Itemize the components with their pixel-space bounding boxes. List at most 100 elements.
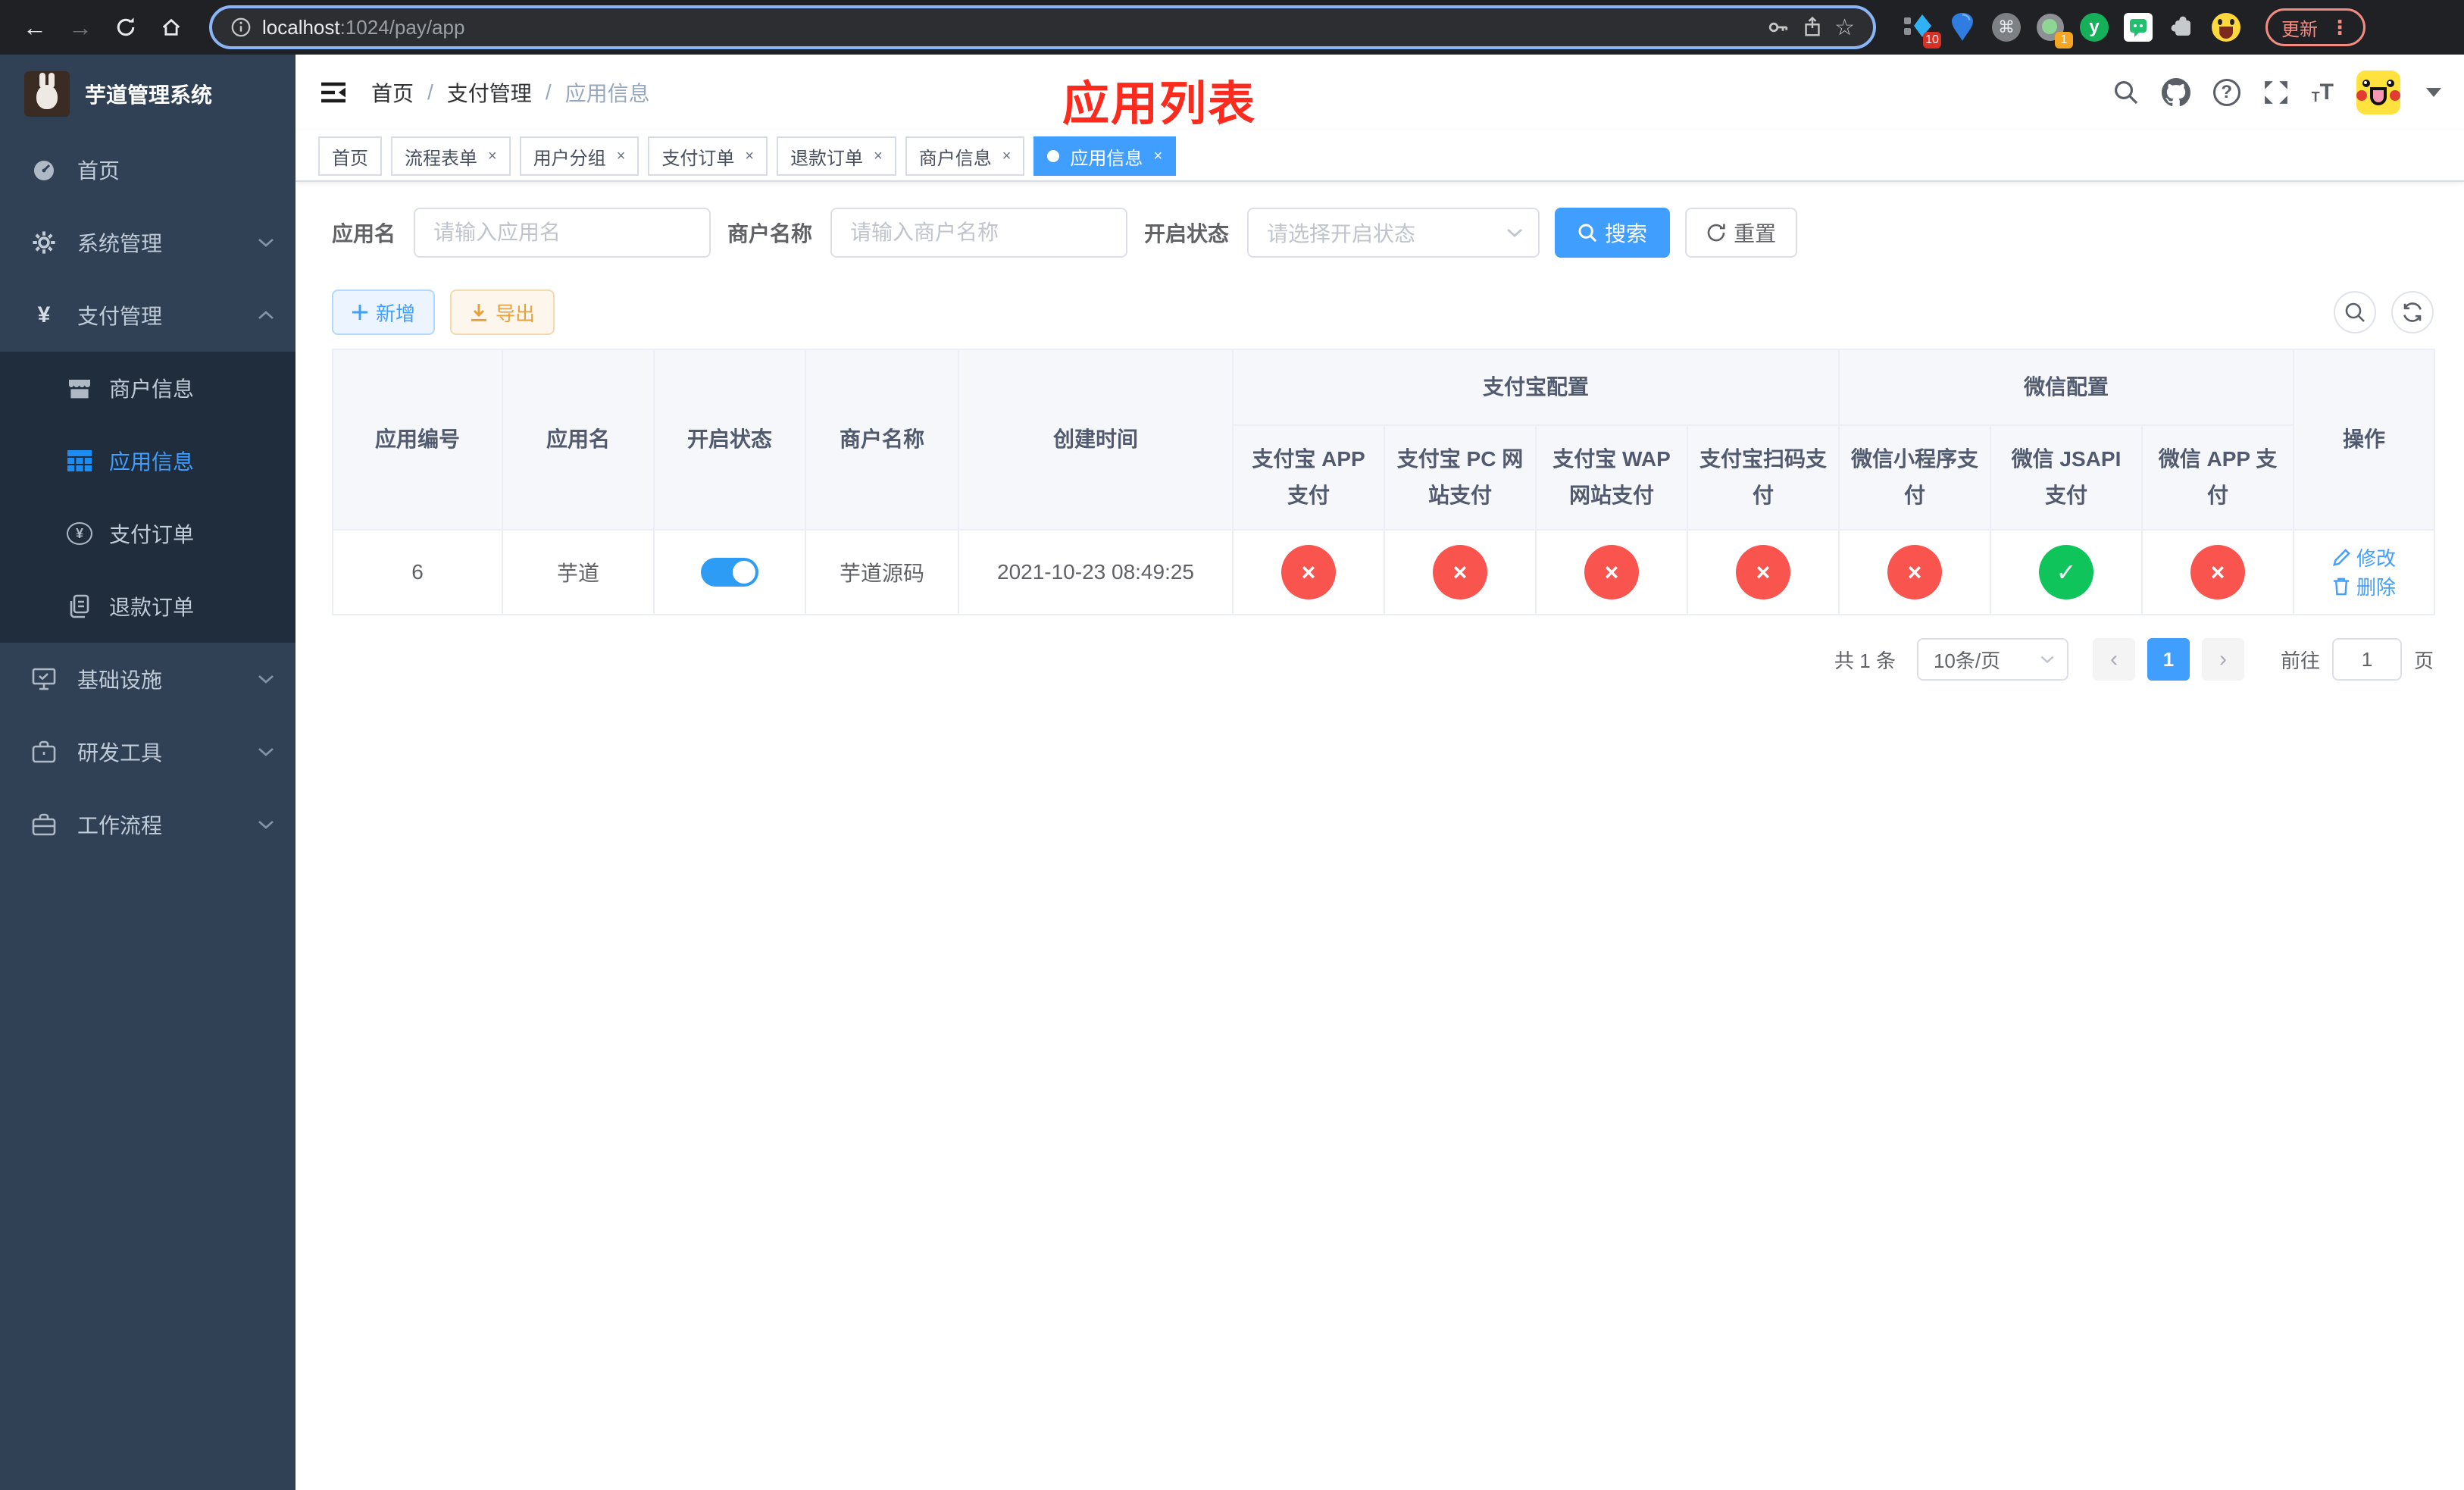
toolbox-icon — [30, 813, 58, 836]
col-group-wechat: 微信配置 — [1838, 349, 2295, 426]
balloon-extension-icon[interactable] — [1947, 12, 1978, 42]
close-icon[interactable]: × — [617, 148, 626, 165]
enabled-status-select[interactable]: 请选择开启状态 — [1247, 208, 1540, 258]
page-size-select[interactable]: 10条/页 — [1916, 638, 2068, 681]
close-icon[interactable]: × — [874, 148, 883, 165]
app-logo[interactable]: 芋道管理系统 — [0, 55, 295, 133]
extension-badge: 10 — [1923, 32, 1941, 49]
command-extension-icon[interactable]: ⌘ — [1991, 12, 2022, 42]
col-wechat-app: 微信 APP 支付 — [2141, 424, 2295, 531]
table-toolbar: 新增 导出 — [332, 290, 2464, 335]
sidebar-item-pay[interactable]: ¥ 支付管理 — [0, 279, 295, 352]
tab-refund-order[interactable]: 退款订单 × — [777, 136, 896, 176]
search-icon — [2345, 302, 2365, 322]
back-icon[interactable]: ← — [15, 8, 55, 47]
sidebar-item-devtools[interactable]: 研发工具 — [0, 715, 295, 788]
close-icon[interactable]: × — [488, 148, 497, 165]
chat-extension-icon[interactable] — [2123, 12, 2153, 42]
next-page-button[interactable]: › — [2201, 638, 2244, 681]
site-info-icon[interactable] — [230, 17, 252, 38]
sidebar-item-home[interactable]: 首页 — [0, 133, 295, 206]
recorder-extension-icon[interactable]: 1 — [2035, 12, 2073, 49]
search-icon[interactable] — [2113, 80, 2139, 105]
status-alipay-app: × — [1281, 545, 1336, 599]
screen: ← → localhost:1024/pay/app ☆ 10 ⌘ 1 y 更新… — [0, 0, 2464, 1490]
app-name-input[interactable] — [414, 208, 711, 258]
bookmark-star-icon[interactable]: ☆ — [1834, 14, 1855, 41]
user-avatar[interactable] — [2356, 70, 2400, 114]
tab-user-group[interactable]: 用户分组 × — [519, 136, 639, 176]
delete-link[interactable]: 删除 — [2332, 572, 2396, 600]
sidebar: 芋道管理系统 首页 系统管理 ¥ 支付管理 商户信息 应用信息 ¥ 支付订单 退… — [0, 55, 295, 1490]
col-group-alipay: 支付宝配置 — [1231, 349, 1840, 426]
yuque-extension-icon[interactable]: y — [2079, 12, 2109, 42]
password-key-icon[interactable] — [1766, 15, 1790, 39]
extensions-puzzle-icon[interactable] — [2167, 12, 2197, 42]
sidebar-item-label: 工作流程 — [77, 814, 163, 837]
breadcrumb-pay[interactable]: 支付管理 — [447, 77, 532, 108]
page-1-button[interactable]: 1 — [2147, 638, 2190, 681]
col-actions: 操作 — [2293, 349, 2436, 531]
sidebar-item-system[interactable]: 系统管理 — [0, 206, 295, 279]
col-alipay-qr: 支付宝扫码支付 — [1686, 424, 1840, 531]
chevron-down-icon — [258, 819, 274, 830]
refresh-button[interactable] — [2391, 291, 2434, 333]
help-icon[interactable]: ? — [2212, 79, 2240, 106]
merchant-name-input[interactable] — [830, 208, 1128, 258]
font-size-icon[interactable]: TT — [2312, 81, 2334, 105]
add-button[interactable]: 新增 — [332, 290, 436, 335]
col-wechat-mini: 微信小程序支付 — [1838, 424, 1992, 531]
avatar-dropdown-icon[interactable] — [2426, 88, 2441, 97]
col-alipay-pc: 支付宝 PC 网站支付 — [1384, 424, 1537, 531]
fullscreen-icon[interactable] — [2263, 80, 2289, 105]
export-button[interactable]: 导出 — [450, 290, 555, 335]
browser-menu-icon[interactable]: ⋮ — [2330, 16, 2350, 39]
edit-link[interactable]: 修改 — [2332, 543, 2396, 571]
refresh-cycle-icon — [2403, 302, 2422, 322]
sidebar-item-pay-order[interactable]: ¥ 支付订单 — [0, 497, 295, 570]
breadcrumb-home[interactable]: 首页 — [371, 77, 414, 108]
pagination: 共 1 条 10条/页 ‹ 1 › 前往 页 — [332, 638, 2434, 681]
breadcrumb-current: 应用信息 — [564, 82, 650, 105]
tab-app-info[interactable]: 应用信息 × — [1033, 136, 1177, 176]
prev-page-button[interactable]: ‹ — [2092, 638, 2135, 681]
emoji-extension-icon[interactable] — [2211, 12, 2241, 42]
goto-page-input[interactable] — [2331, 638, 2402, 681]
tab-pay-order[interactable]: 支付订单 × — [648, 136, 768, 176]
close-icon[interactable]: × — [1002, 148, 1012, 165]
enabled-switch[interactable] — [701, 558, 758, 587]
sidebar-item-merchant-info[interactable]: 商户信息 — [0, 352, 295, 424]
total-count: 共 1 条 — [1834, 649, 1896, 672]
sidebar-item-label: 应用信息 — [109, 450, 195, 474]
reload-icon[interactable] — [106, 8, 145, 47]
sidebar-item-workflow[interactable]: 工作流程 — [0, 788, 295, 861]
url-bar[interactable]: localhost:1024/pay/app ☆ — [209, 5, 1876, 49]
close-icon[interactable]: × — [745, 148, 754, 165]
search-button[interactable]: 搜索 — [1555, 208, 1671, 258]
forward-icon[interactable]: → — [61, 8, 100, 47]
reset-button[interactable]: 重置 — [1685, 208, 1798, 258]
cell-merchant: 芋道源码 — [805, 529, 959, 615]
trash-icon — [2333, 578, 2350, 596]
share-icon[interactable] — [1801, 16, 1824, 39]
github-icon[interactable] — [2161, 78, 2190, 107]
close-icon[interactable]: × — [1153, 148, 1162, 165]
home-icon[interactable] — [152, 8, 191, 47]
status-wechat-jsapi: ✓ — [2039, 545, 2094, 599]
sidebar-item-infra[interactable]: 基础设施 — [0, 643, 295, 715]
hide-search-button[interactable] — [2334, 291, 2376, 333]
sidebar-item-label: 研发工具 — [77, 741, 163, 765]
tab-merchant-info[interactable]: 商户信息 × — [905, 136, 1025, 176]
sketch-extension-icon[interactable]: 10 — [1903, 12, 1941, 49]
pay-order-icon: ¥ — [67, 522, 92, 545]
tab-process-form[interactable]: 流程表单 × — [391, 136, 511, 176]
chrome-update-button[interactable]: 更新 ⋮ — [2265, 8, 2366, 46]
plus-icon — [352, 304, 368, 321]
sidebar-item-label: 退款订单 — [109, 596, 195, 619]
col-merchant: 商户名称 — [805, 349, 959, 531]
storefront-icon — [67, 377, 92, 399]
collapse-sidebar-icon[interactable] — [318, 77, 349, 108]
sidebar-item-app-info[interactable]: 应用信息 — [0, 424, 295, 497]
tab-home[interactable]: 首页 — [318, 136, 382, 176]
sidebar-item-refund-order[interactable]: 退款订单 — [0, 570, 295, 643]
